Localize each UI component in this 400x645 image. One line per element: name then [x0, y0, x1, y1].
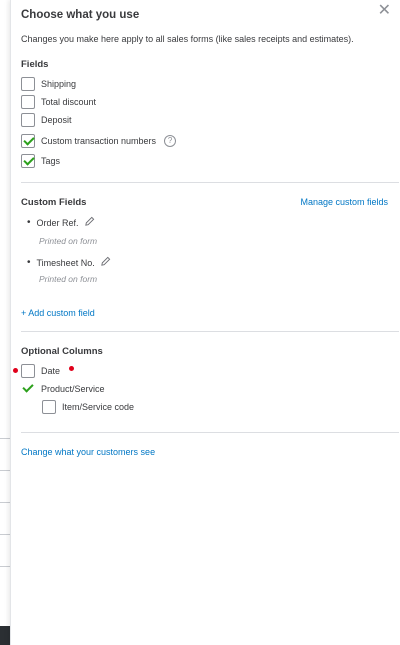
pencil-icon[interactable]: [84, 216, 95, 229]
bullet-icon: •: [27, 217, 31, 228]
custom-field-order-ref: • Order Ref.: [27, 216, 95, 229]
column-product-service[interactable]: Product/Service: [21, 381, 105, 396]
field-total-discount[interactable]: Total discount: [21, 94, 96, 109]
background-page: [0, 0, 10, 645]
tags-checkbox[interactable]: [21, 153, 35, 168]
date-checkbox[interactable]: [21, 363, 35, 378]
custom-field-name: Timesheet No.: [36, 257, 95, 268]
field-custom-transaction-numbers[interactable]: Custom transaction numbers ?: [21, 133, 177, 148]
bullet-icon: •: [27, 257, 31, 268]
printed-on-form-note: Printed on form: [39, 274, 98, 284]
total-discount-checkbox[interactable]: [21, 94, 35, 109]
add-custom-field-link[interactable]: + Add custom field: [21, 308, 95, 318]
column-date[interactable]: Date: [21, 363, 60, 378]
panel-header: Choose what you use ✕: [21, 3, 391, 23]
red-marker-dot: [69, 366, 74, 371]
custom-fields-section-title: Custom Fields: [21, 197, 87, 208]
custom-transaction-numbers-checkbox[interactable]: [21, 133, 35, 148]
red-marker-dot: [13, 368, 18, 373]
section-divider: [21, 331, 399, 332]
date-label: Date: [41, 365, 61, 376]
printed-on-form-note: Printed on form: [39, 236, 98, 246]
tags-label: Tags: [41, 155, 61, 166]
help-icon[interactable]: ?: [164, 134, 177, 147]
manage-custom-fields-link[interactable]: Manage custom fields: [300, 197, 388, 207]
item-service-code-checkbox[interactable]: [42, 399, 56, 414]
item-service-code-label: Item/Service code: [62, 401, 135, 412]
change-what-customers-see-link[interactable]: Change what your customers see: [21, 447, 155, 457]
field-shipping[interactable]: Shipping: [21, 76, 76, 91]
close-icon[interactable]: ✕: [378, 3, 391, 19]
field-tags[interactable]: Tags: [21, 153, 60, 168]
pencil-icon[interactable]: [100, 256, 111, 269]
section-divider: [21, 432, 399, 433]
panel-title: Choose what you use: [21, 9, 140, 21]
custom-field-name: Order Ref.: [36, 217, 79, 228]
customize-panel: Choose what you use ✕ Changes you make h…: [10, 0, 400, 645]
custom-field-timesheet-no: • Timesheet No.: [27, 256, 111, 269]
panel-description: Changes you make here apply to all sales…: [21, 34, 354, 44]
field-deposit[interactable]: Deposit: [21, 112, 72, 127]
deposit-label: Deposit: [41, 114, 72, 125]
background-footer-bar: [0, 626, 10, 645]
product-service-label: Product/Service: [41, 383, 105, 394]
product-service-checkmark-icon[interactable]: [21, 382, 35, 396]
shipping-checkbox[interactable]: [21, 76, 35, 91]
column-item-service-code[interactable]: Item/Service code: [42, 399, 134, 414]
optional-columns-section-title: Optional Columns: [21, 346, 103, 357]
section-divider: [21, 182, 399, 183]
deposit-checkbox[interactable]: [21, 112, 35, 127]
custom-transaction-numbers-label: Custom transaction numbers: [41, 135, 157, 146]
total-discount-label: Total discount: [41, 96, 97, 107]
fields-section-title: Fields: [21, 59, 49, 70]
shipping-label: Shipping: [41, 78, 77, 89]
